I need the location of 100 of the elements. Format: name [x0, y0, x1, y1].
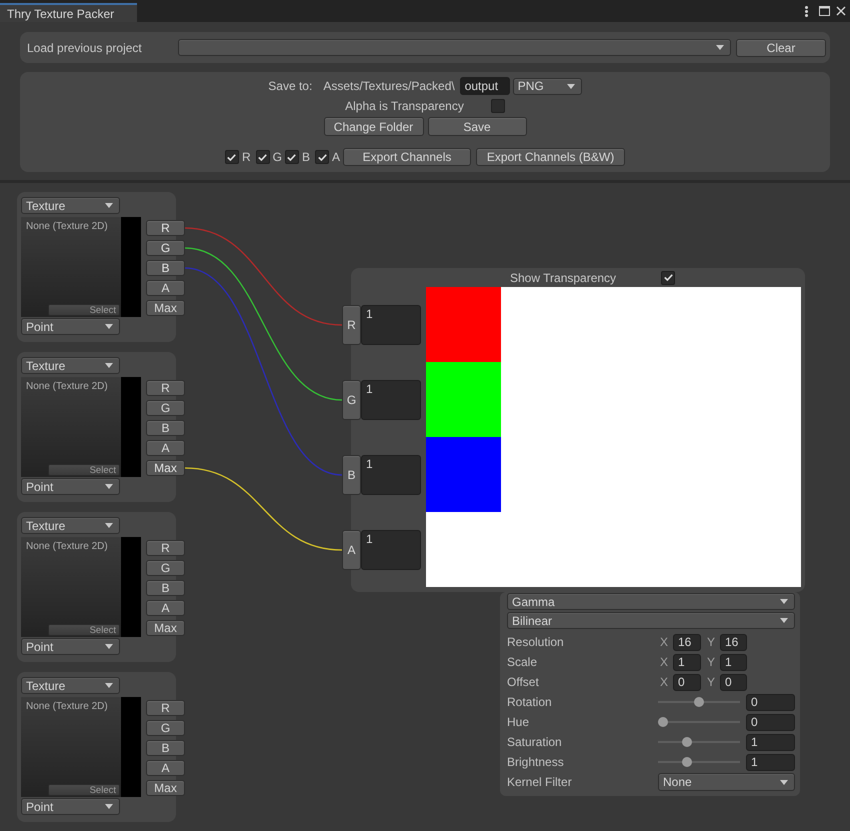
source-dropdown[interactable]: Texture	[21, 197, 120, 214]
channel-button[interactable]: B	[342, 455, 361, 495]
clear-button[interactable]: Clear	[736, 38, 826, 56]
number-field[interactable]: 16	[673, 634, 701, 650]
slider-thumb[interactable]	[694, 697, 704, 707]
field-label: Offset	[507, 675, 540, 689]
texture-label: None (Texture 2D)	[26, 381, 108, 392]
checkbox[interactable]	[490, 99, 505, 113]
filter-dropdown[interactable]: Bilinear	[507, 612, 795, 629]
export-button[interactable]: Export Channels (B&W)	[476, 148, 626, 166]
caret-icon	[566, 84, 575, 88]
checkbox[interactable]	[256, 150, 270, 164]
maximize-icon[interactable]	[819, 6, 830, 16]
channel-button[interactable]: A	[146, 440, 185, 456]
field-label: Scale	[507, 655, 538, 669]
number-field[interactable]: 0	[720, 674, 747, 690]
channel-button[interactable]: R	[146, 700, 185, 716]
texture-field[interactable]: None (Texture 2D) Select	[21, 217, 141, 317]
channel-label: R	[242, 150, 251, 164]
select-button[interactable]: Select	[48, 304, 120, 316]
select-button[interactable]: Select	[48, 464, 120, 476]
channel-button[interactable]: Max	[146, 460, 185, 476]
close-icon[interactable]	[836, 6, 846, 16]
channel-button[interactable]: B	[146, 580, 185, 596]
channel-button[interactable]: G	[146, 560, 185, 576]
checkbox[interactable]	[315, 150, 329, 164]
kernel-filter-dropdown[interactable]: None	[658, 773, 795, 791]
number-field[interactable]: 0	[673, 674, 701, 690]
select-button[interactable]: Select	[48, 624, 120, 636]
caret-icon	[105, 683, 113, 688]
channel-label: A	[332, 150, 340, 164]
channel-button[interactable]: B	[146, 740, 185, 756]
checkbox[interactable]	[284, 150, 299, 164]
more-icon[interactable]	[805, 6, 808, 16]
window-tab[interactable]: Thry Texture Packer	[0, 3, 137, 22]
channel-button[interactable]: A	[146, 600, 185, 616]
slider-thumb[interactable]	[682, 757, 692, 767]
texture-field[interactable]: None (Texture 2D) Select	[21, 697, 141, 797]
texture-field[interactable]: None (Texture 2D) Select	[21, 377, 141, 477]
caret-icon	[105, 644, 113, 649]
value-field[interactable]: 1	[361, 530, 421, 570]
channel-button[interactable]: G	[146, 240, 185, 256]
number-field[interactable]: 1	[720, 654, 747, 670]
channel-button[interactable]: R	[342, 305, 361, 345]
caret-icon	[105, 523, 113, 528]
value-field[interactable]: 1	[361, 455, 421, 495]
channel-button[interactable]: Max	[146, 780, 185, 796]
channel-button[interactable]: G	[146, 720, 185, 736]
field-label: Brightness	[507, 755, 565, 769]
value-field[interactable]: 1	[361, 380, 421, 420]
channel-label: B	[302, 150, 310, 164]
caret-icon	[105, 484, 113, 489]
channel-button[interactable]: R	[146, 380, 185, 396]
number-field[interactable]: 16	[720, 634, 747, 650]
field-label: Load previous project	[27, 40, 143, 54]
checkbox[interactable]	[224, 150, 239, 164]
filter-dropdown[interactable]: Point	[21, 478, 120, 495]
format-dropdown[interactable]: PNG	[512, 78, 582, 94]
channel-button[interactable]: A	[146, 280, 185, 296]
source-dropdown[interactable]: Texture	[21, 517, 120, 534]
field-label: Save to:	[268, 79, 312, 93]
select-button[interactable]: Select	[48, 784, 120, 796]
save-button[interactable]: Save	[428, 117, 526, 136]
number-field[interactable]: 1	[746, 754, 795, 770]
texture-field[interactable]: None (Texture 2D) Select	[21, 537, 141, 637]
channel-button[interactable]: A	[342, 530, 361, 570]
channel-button[interactable]: R	[146, 540, 185, 556]
slider-thumb[interactable]	[682, 737, 692, 747]
export-button[interactable]: Export Channels	[343, 148, 472, 166]
file-name-field[interactable]: output	[460, 77, 510, 95]
channel-button[interactable]: G	[146, 400, 185, 416]
number-field[interactable]: 1	[746, 734, 795, 750]
check-icon	[318, 154, 326, 160]
number-field[interactable]: 0	[746, 714, 795, 730]
axis-label: X	[660, 655, 670, 669]
channel-button[interactable]: Max	[146, 300, 185, 316]
channel-button[interactable]: A	[146, 760, 185, 776]
channel-button[interactable]: B	[146, 260, 185, 276]
value-field[interactable]: 1	[361, 305, 421, 345]
filter-dropdown[interactable]: Point	[21, 318, 120, 335]
number-field[interactable]: 1	[673, 654, 701, 670]
axis-label: X	[660, 635, 670, 649]
source-dropdown[interactable]: Texture	[21, 357, 120, 374]
filter-dropdown[interactable]: Point	[21, 638, 120, 655]
axis-label: X	[660, 675, 670, 689]
channel-button[interactable]: G	[342, 380, 361, 420]
caret-icon	[105, 324, 113, 329]
slider-thumb[interactable]	[658, 717, 668, 727]
source-dropdown[interactable]: Texture	[21, 677, 120, 694]
folder-path: Assets/Textures/Packed\	[323, 79, 455, 93]
filter-dropdown[interactable]: Point	[21, 798, 120, 815]
change-folder-button[interactable]: Change Folder	[324, 117, 424, 136]
channel-button[interactable]: R	[146, 220, 185, 236]
channel-button[interactable]: B	[146, 420, 185, 436]
checkbox[interactable]	[661, 270, 675, 284]
axis-label: Y	[707, 635, 716, 649]
color-space-dropdown[interactable]: Gamma	[507, 593, 795, 610]
number-field[interactable]: 0	[746, 694, 795, 710]
project-dropdown[interactable]	[178, 39, 731, 56]
channel-button[interactable]: Max	[146, 620, 185, 636]
